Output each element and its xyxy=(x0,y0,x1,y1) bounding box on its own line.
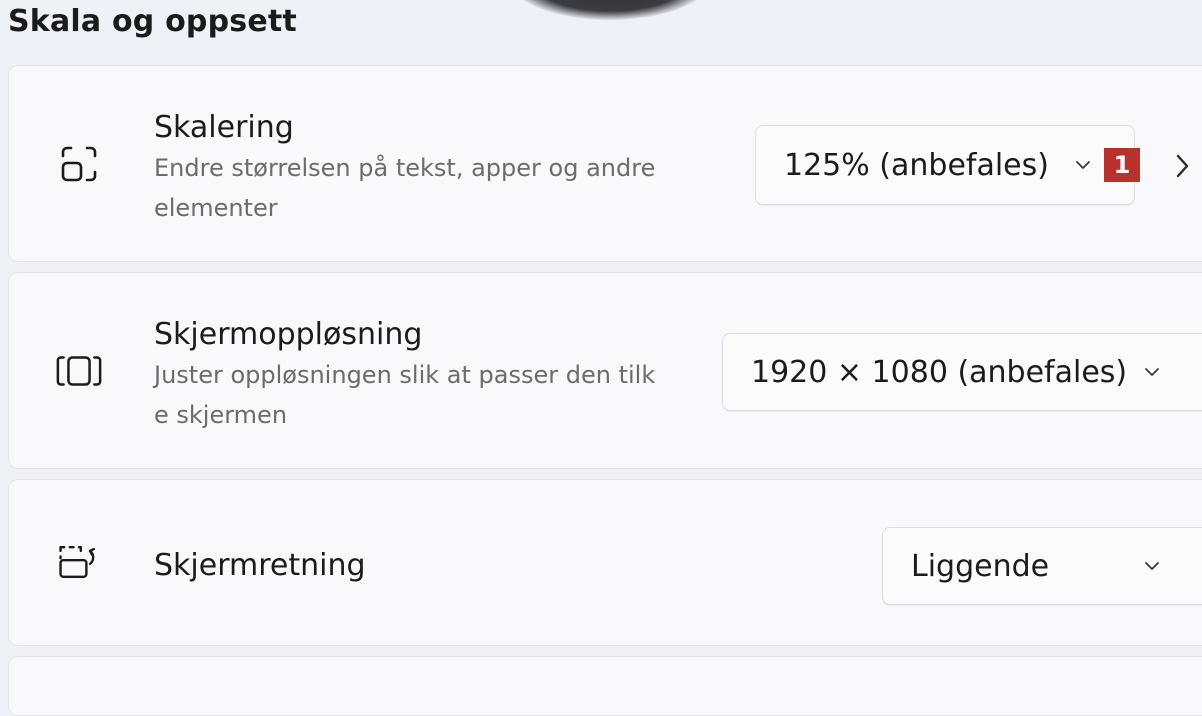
chevron-right-icon[interactable] xyxy=(1170,150,1194,182)
orientation-dropdown-value: Liggende xyxy=(911,548,1050,584)
scale-icon xyxy=(55,140,103,188)
window-shadow-decoration xyxy=(510,0,710,20)
resolution-icon xyxy=(55,347,103,395)
resolution-description: Juster oppløsningen slik at passer den t… xyxy=(154,361,656,429)
chevron-down-icon xyxy=(1076,161,1090,169)
scaling-dropdown-value: 125% (anbefales) xyxy=(784,147,1049,183)
chevron-down-icon xyxy=(1145,368,1159,376)
section-title: Skala og oppsett xyxy=(8,4,297,39)
resolution-dropdown[interactable]: 1920 × 1080 (anbefales) xyxy=(722,333,1202,411)
next-setting-card xyxy=(8,656,1202,716)
annotation-badge: 1 xyxy=(1104,148,1140,182)
orientation-card: Skjermretning Liggende xyxy=(8,479,1202,646)
orientation-dropdown[interactable]: Liggende xyxy=(882,527,1202,605)
resolution-card: Skjermoppløsning Juster oppløsningen sli… xyxy=(8,272,1202,469)
scaling-card: Skalering Endre størrelsen på tekst, app… xyxy=(8,65,1202,262)
scaling-description: Endre størrelsen på tekst, apper og andr… xyxy=(154,154,656,222)
scaling-dropdown[interactable]: 125% (anbefales) xyxy=(755,125,1135,205)
chevron-down-icon xyxy=(1145,562,1159,570)
scaling-title: Skalering xyxy=(154,110,294,145)
resolution-title: Skjermoppløsning xyxy=(154,317,423,352)
orientation-icon xyxy=(55,538,103,586)
orientation-title: Skjermretning xyxy=(154,548,366,583)
resolution-dropdown-value: 1920 × 1080 (anbefales) xyxy=(751,354,1128,390)
